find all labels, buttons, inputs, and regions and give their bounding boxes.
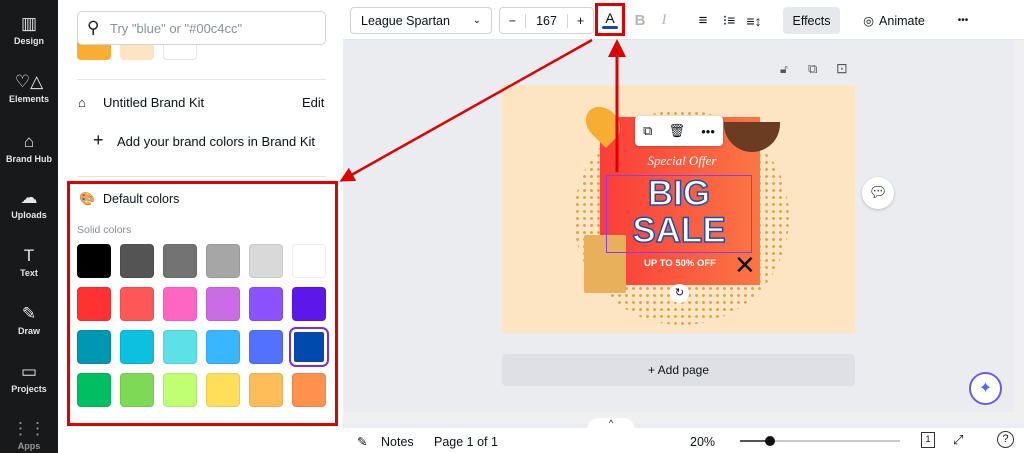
arrow-to-panel <box>339 38 593 182</box>
annotation-arrows <box>339 38 626 182</box>
